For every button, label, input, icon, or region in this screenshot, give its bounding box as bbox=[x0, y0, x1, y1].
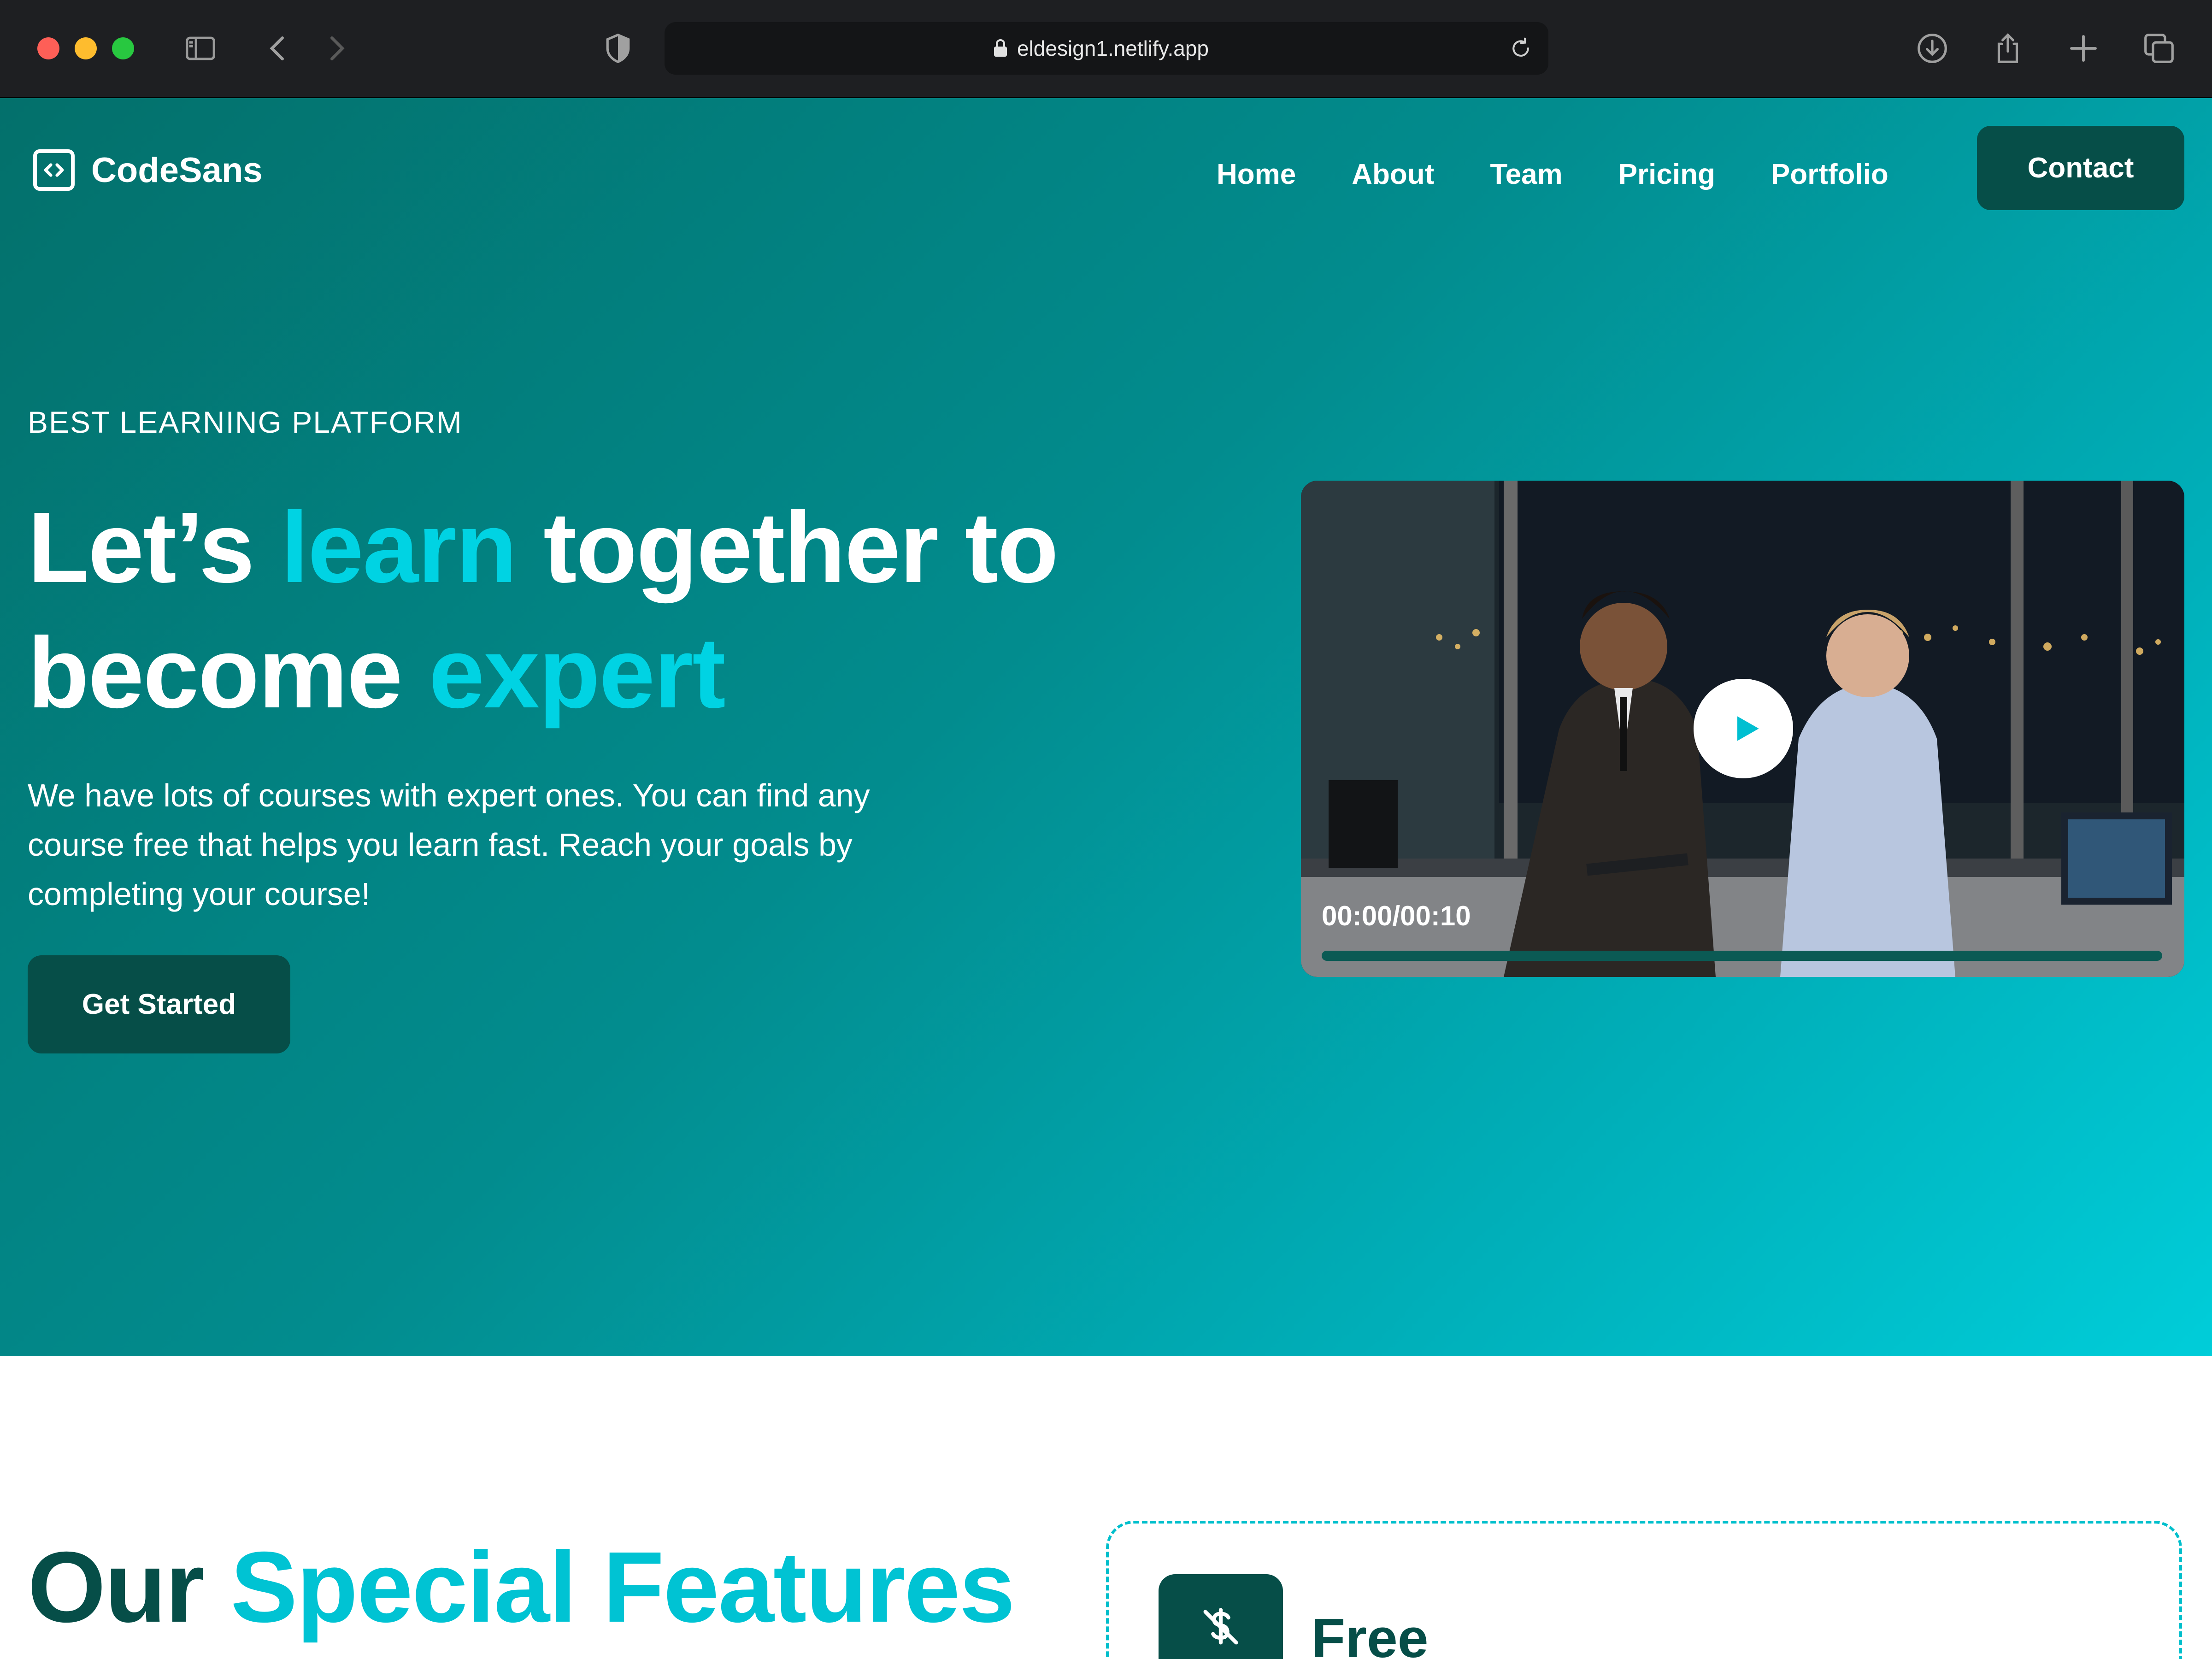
headline-accent-learn: learn bbox=[281, 492, 517, 604]
nav-home[interactable]: Home bbox=[1217, 158, 1296, 191]
video-timestamp: 00:00/00:10 bbox=[1322, 900, 1471, 931]
feature-card-free: Free bbox=[1106, 1521, 2182, 1659]
nav-pricing[interactable]: Pricing bbox=[1618, 158, 1715, 191]
reload-icon[interactable] bbox=[1508, 36, 1533, 61]
play-icon bbox=[1737, 716, 1759, 741]
browser-toolbar: eldesign1.netlify.app bbox=[0, 0, 2212, 98]
hero-description: We have lots of courses with expert ones… bbox=[28, 777, 870, 912]
site-logo[interactable]: CodeSans bbox=[33, 148, 263, 192]
play-button[interactable] bbox=[1694, 679, 1793, 778]
feature-label: Free bbox=[1312, 1607, 1429, 1659]
url-text: eldesign1.netlify.app bbox=[1017, 36, 1209, 60]
brand-name: CodeSans bbox=[91, 150, 263, 190]
hero-section: CodeSans Home About Team Pricing Portfol… bbox=[0, 98, 2212, 1356]
features-title-text: Our bbox=[28, 1531, 231, 1643]
close-window-button[interactable] bbox=[37, 37, 59, 59]
video-progress-bar[interactable] bbox=[1322, 951, 2162, 961]
share-icon[interactable] bbox=[1987, 28, 2029, 69]
nav-portfolio[interactable]: Portfolio bbox=[1771, 158, 1888, 191]
forward-icon[interactable] bbox=[316, 28, 357, 69]
privacy-shield-icon[interactable] bbox=[597, 28, 639, 69]
minimize-window-button[interactable] bbox=[75, 37, 97, 59]
get-started-button[interactable]: Get Started bbox=[28, 955, 290, 1053]
main-nav: Home About Team Pricing Portfolio bbox=[1217, 151, 1944, 198]
code-icon bbox=[33, 149, 75, 191]
headline-text: Let’s bbox=[28, 492, 281, 604]
address-bar[interactable]: eldesign1.netlify.app bbox=[665, 22, 1548, 75]
maximize-window-button[interactable] bbox=[112, 37, 134, 59]
dollar-off-icon bbox=[1203, 1608, 1238, 1645]
download-icon[interactable] bbox=[1912, 28, 1953, 69]
nav-team[interactable]: Team bbox=[1490, 158, 1562, 191]
contact-button[interactable]: Contact bbox=[1977, 126, 2184, 210]
headline-accent-expert: expert bbox=[429, 617, 725, 729]
nav-about[interactable]: About bbox=[1352, 158, 1434, 191]
new-tab-icon[interactable] bbox=[2063, 28, 2104, 69]
sidebar-toggle-icon[interactable] bbox=[180, 28, 221, 69]
back-icon[interactable] bbox=[257, 28, 299, 69]
hero-eyebrow: BEST LEARNING PLATFORM bbox=[28, 405, 463, 439]
hero-headline: Let’s learn together to become expert bbox=[28, 485, 1180, 736]
features-title: Our Special Features bbox=[28, 1530, 1015, 1645]
feature-icon-box bbox=[1159, 1574, 1283, 1659]
lock-icon bbox=[994, 39, 1007, 57]
features-title-accent: Special Features bbox=[230, 1531, 1015, 1643]
tab-overview-icon[interactable] bbox=[2138, 28, 2180, 69]
hero-video-player[interactable]: 00:00/00:10 bbox=[1301, 481, 2184, 977]
